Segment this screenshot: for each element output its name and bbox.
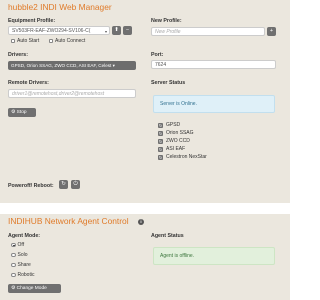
driver-name: Celestron NexStar xyxy=(166,154,207,160)
agent-status-text: Agent is offline. xyxy=(160,253,195,259)
agent-mode-label: Agent Mode: xyxy=(8,233,41,239)
auto-connect-label: Auto Connect xyxy=(55,38,86,44)
mode-label: Solo xyxy=(17,252,28,258)
equipment-profile-label: Equipment Profile: xyxy=(8,18,56,24)
new-profile-label: New Profile: xyxy=(151,18,182,24)
restart-driver-icon[interactable]: ↻ xyxy=(158,154,163,160)
driver-name: ASI EAF xyxy=(166,146,186,152)
auto-start-box xyxy=(11,39,15,43)
new-profile-input[interactable]: New Profile xyxy=(151,27,265,36)
power-icon: ⏻ xyxy=(73,181,78,187)
restart-driver-icon[interactable]: ↻ xyxy=(158,130,163,136)
auto-start-label: Auto Start xyxy=(17,38,40,44)
indi-title: hubble2 INDI Web Manager xyxy=(8,2,112,12)
driver-name: ZWO CCD xyxy=(166,138,190,144)
radio-solo xyxy=(11,252,16,258)
driver-row: ↻ Celestron NexStar xyxy=(158,154,207,160)
driver-row: ↻ ASI EAF xyxy=(158,146,185,152)
mode-option-off[interactable]: Off xyxy=(11,242,24,248)
server-status-alert: Server is Online. xyxy=(153,95,275,113)
port-label: Port: xyxy=(151,52,164,58)
mode-label: Robotic xyxy=(17,272,35,278)
poweroff-reboot-label: Poweroff/ Reboot: xyxy=(8,183,54,189)
poweroff-button[interactable]: ⏻ xyxy=(71,180,80,189)
stop-icon: ⚙ xyxy=(11,110,16,115)
upload-icon: ⬆ xyxy=(114,27,119,33)
drivers-select[interactable]: GPSD, Orion SSAG, ZWO CCD, ASI EAF, Cele… xyxy=(8,61,136,70)
restart-driver-icon[interactable]: ↻ xyxy=(158,122,163,128)
mode-option-share[interactable]: Share xyxy=(11,262,31,268)
driver-name: Orion SSAG xyxy=(166,130,194,136)
driver-row: ↻ Orion SSAG xyxy=(158,130,194,136)
info-icon[interactable]: i xyxy=(138,219,144,225)
agent-status-alert: Agent is offline. xyxy=(153,247,275,265)
mode-label: Off xyxy=(17,242,25,248)
driver-row: ↻ ZWO CCD xyxy=(158,138,190,144)
minus-icon: − xyxy=(125,27,130,33)
equipment-profile-select[interactable]: SV503FR-EAF-ZWO294-SV106-C( ▾ xyxy=(8,26,110,35)
stop-button-label: Stop xyxy=(16,110,27,115)
driver-row: ↻ GPSD xyxy=(158,122,180,128)
reboot-icon: ↻ xyxy=(61,181,66,187)
agent-status-label: Agent Status xyxy=(151,233,184,239)
save-profile-button[interactable]: ⬆ xyxy=(112,26,121,35)
port-input[interactable]: 7624 xyxy=(151,60,276,69)
equipment-profile-value: SV503FR-EAF-ZWO294-SV106-C( xyxy=(12,28,91,34)
mode-option-robotic[interactable]: Robotic xyxy=(11,272,34,278)
remote-drivers-input[interactable]: driver1@remotehost,driver2@remotehost xyxy=(8,89,136,98)
chevron-down-icon: ▾ xyxy=(104,29,107,34)
stop-button[interactable]: ⚙ Stop xyxy=(8,108,36,117)
restart-driver-icon[interactable]: ↻ xyxy=(158,146,163,152)
restart-driver-icon[interactable]: ↻ xyxy=(158,138,163,144)
radio-robotic xyxy=(11,272,16,278)
radio-share xyxy=(11,262,16,268)
add-profile-button[interactable]: + xyxy=(267,27,276,36)
auto-connect-checkbox[interactable]: Auto Connect xyxy=(49,38,85,44)
gear-icon: ⚙ xyxy=(11,286,16,291)
reboot-button[interactable]: ↻ xyxy=(59,180,68,189)
change-mode-button[interactable]: ⚙ Change Mode xyxy=(8,284,61,293)
radio-off xyxy=(11,242,16,248)
server-status-text: Server is Online. xyxy=(160,101,197,107)
remote-drivers-label: Remote Drivers: xyxy=(8,80,49,86)
mode-label: Share xyxy=(17,262,31,268)
driver-name: GPSD xyxy=(166,122,181,128)
server-status-label: Server Status xyxy=(151,80,186,86)
plus-icon: + xyxy=(269,28,274,34)
remove-profile-button[interactable]: − xyxy=(123,26,132,35)
auto-start-checkbox[interactable]: Auto Start xyxy=(11,38,39,44)
change-mode-label: Change Mode xyxy=(16,286,47,291)
mode-option-solo[interactable]: Solo xyxy=(11,252,28,258)
indihub-title: INDIHUB Network Agent Control xyxy=(8,216,129,226)
drivers-label: Drivers: xyxy=(8,52,29,58)
auto-connect-box xyxy=(49,39,53,43)
